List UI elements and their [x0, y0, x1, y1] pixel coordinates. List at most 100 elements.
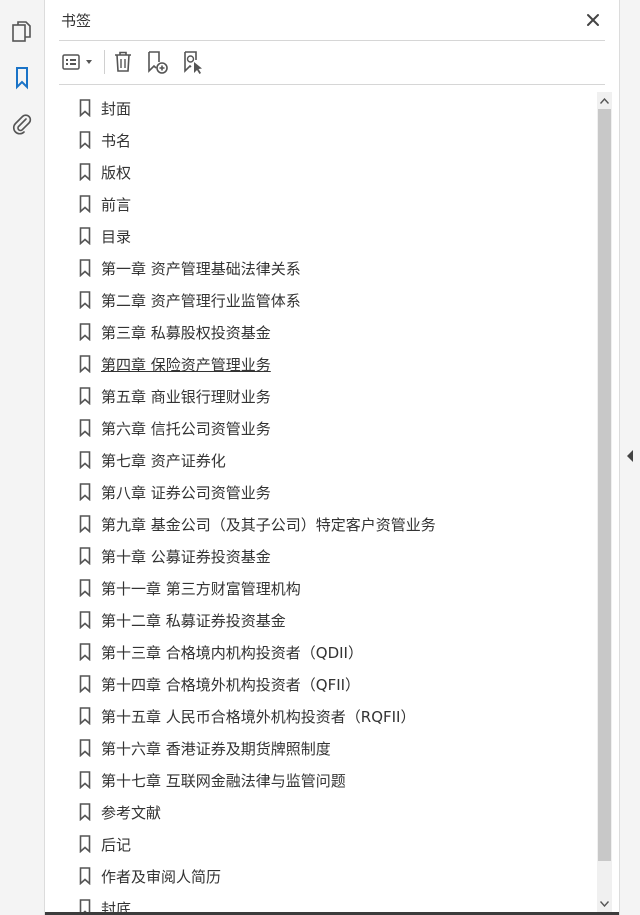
close-icon: [587, 14, 599, 26]
bookmark-label: 后记: [101, 836, 132, 854]
attachment-icon: [13, 114, 32, 135]
bookmark-item[interactable]: 第五章 商业银行理财业务: [59, 380, 596, 412]
bookmark-label: 第十章 公募证券投资基金: [101, 548, 271, 566]
bookmark-item[interactable]: 封面: [59, 92, 596, 124]
bookmark-item[interactable]: 书名: [59, 124, 596, 156]
bookmark-item[interactable]: 第十六章 香港证券及期货牌照制度: [59, 732, 596, 764]
scroll-down-button[interactable]: [597, 895, 612, 912]
bookmark-item[interactable]: 封底: [59, 892, 596, 912]
bookmark-label: 第六章 信托公司资管业务: [101, 420, 271, 438]
bookmark-item[interactable]: 版权: [59, 156, 596, 188]
bookmark-icon: [79, 579, 91, 597]
bookmark-icon: [79, 675, 91, 693]
bookmark-label: 第十四章 合格境外机构投资者（QFII）: [101, 676, 361, 694]
new-bookmark-icon: [148, 51, 168, 74]
bookmark-label: 作者及审阅人简历: [101, 868, 222, 886]
bookmark-label: 封面: [101, 100, 132, 118]
bookmark-icon: [79, 387, 91, 405]
bookmark-icon: [79, 131, 91, 149]
options-menu-icon: [62, 54, 92, 70]
pages-icon: [12, 21, 31, 42]
bookmark-icon: [79, 227, 91, 245]
bookmark-label: 第一章 资产管理基础法律关系: [101, 260, 301, 278]
bookmark-icon: [79, 483, 91, 501]
bookmark-panel-icon: [16, 67, 28, 90]
bookmark-label: 第二章 资产管理行业监管体系: [101, 292, 301, 310]
collapse-strip: [619, 0, 640, 915]
bookmark-item[interactable]: 第十一章 第三方财富管理机构: [59, 572, 596, 604]
bookmark-item[interactable]: 第二章 资产管理行业监管体系: [59, 284, 596, 316]
bookmark-icon: [79, 355, 91, 373]
bookmarks-button[interactable]: [8, 64, 36, 92]
bookmark-item[interactable]: 第十二章 私募证券投资基金: [59, 604, 596, 636]
bookmark-icon: [79, 259, 91, 277]
new-bookmark-button[interactable]: [143, 48, 171, 76]
bookmark-label: 参考文献: [101, 804, 162, 822]
bookmark-item[interactable]: 第十章 公募证券投资基金: [59, 540, 596, 572]
close-panel-button[interactable]: [581, 8, 605, 32]
arrow-up-icon: [600, 97, 609, 104]
bookmark-item[interactable]: 第三章 私募股权投资基金: [59, 316, 596, 348]
bookmark-label: 第十三章 合格境内机构投资者（QDII）: [101, 644, 363, 662]
bookmark-item[interactable]: 第六章 信托公司资管业务: [59, 412, 596, 444]
vertical-scrollbar[interactable]: [597, 92, 612, 912]
bookmark-item[interactable]: 目录: [59, 220, 596, 252]
bookmark-icon: [79, 611, 91, 629]
bookmark-label: 第十七章 互联网金融法律与监管问题: [101, 772, 346, 790]
bookmark-icon: [79, 899, 91, 912]
bookmark-icon: [79, 195, 91, 213]
options-menu-button[interactable]: [59, 48, 97, 76]
bookmark-label: 第三章 私募股权投资基金: [101, 324, 271, 342]
bookmark-icon: [79, 643, 91, 661]
toolbar-divider: [59, 84, 605, 85]
bookmark-label: 第五章 商业银行理财业务: [101, 388, 271, 406]
bookmark-icon: [79, 867, 91, 885]
bookmark-item[interactable]: 第十七章 互联网金融法律与监管问题: [59, 764, 596, 796]
bookmark-icon: [79, 163, 91, 181]
toolbar-separator: [104, 50, 105, 74]
bookmark-label: 版权: [101, 164, 132, 182]
bookmark-item[interactable]: 后记: [59, 828, 596, 860]
bookmark-item[interactable]: 第十四章 合格境外机构投资者（QFII）: [59, 668, 596, 700]
bookmark-icon: [79, 515, 91, 533]
bookmark-label: 前言: [101, 196, 132, 214]
bookmark-label: 第十二章 私募证券投资基金: [101, 612, 286, 630]
bookmark-item[interactable]: 第九章 基金公司（及其子公司）特定客户资管业务: [59, 508, 596, 540]
bookmark-item[interactable]: 前言: [59, 188, 596, 220]
bookmark-label: 第九章 基金公司（及其子公司）特定客户资管业务: [101, 516, 436, 534]
delete-bookmark-button[interactable]: [111, 48, 135, 76]
pages-button[interactable]: [8, 18, 36, 46]
bookmark-item[interactable]: 第七章 资产证券化: [59, 444, 596, 476]
bookmark-item[interactable]: 第四章 保险资产管理业务: [59, 348, 596, 380]
bookmark-icon: [79, 803, 91, 821]
bookmark-item[interactable]: 第十三章 合格境内机构投资者（QDII）: [59, 636, 596, 668]
bookmark-label: 第十一章 第三方财富管理机构: [101, 580, 301, 598]
bookmark-label: 第七章 资产证券化: [101, 452, 226, 470]
bookmark-item[interactable]: 第八章 证券公司资管业务: [59, 476, 596, 508]
bookmark-item[interactable]: 第一章 资产管理基础法律关系: [59, 252, 596, 284]
bookmark-item[interactable]: 参考文献: [59, 796, 596, 828]
bookmark-icon: [79, 99, 91, 117]
bookmark-icon: [79, 451, 91, 469]
bookmark-from-selection-button[interactable]: [179, 48, 207, 76]
bookmark-label: 第四章 保险资产管理业务: [101, 356, 271, 374]
bookmark-from-selection-icon: [184, 51, 202, 74]
bookmark-icon: [79, 291, 91, 309]
bookmark-icon: [79, 739, 91, 757]
scroll-thumb[interactable]: [598, 109, 611, 861]
bookmark-label: 第十六章 香港证券及期货牌照制度: [101, 740, 331, 758]
attachments-button[interactable]: [8, 110, 36, 138]
bookmark-label: 封底: [101, 900, 132, 912]
panel-header: 书签: [59, 8, 607, 40]
bookmark-icon: [79, 835, 91, 853]
bookmark-icon: [79, 547, 91, 565]
collapse-panel-button[interactable]: [624, 448, 636, 464]
bookmark-label: 第十五章 人民币合格境外机构投资者（RQFII）: [101, 708, 416, 726]
scroll-up-button[interactable]: [597, 92, 612, 109]
bookmark-item[interactable]: 作者及审阅人简历: [59, 860, 596, 892]
navigation-rail: [0, 0, 45, 915]
bookmark-icon: [79, 419, 91, 437]
bookmark-icon: [79, 323, 91, 341]
bookmark-icon: [79, 707, 91, 725]
bookmark-item[interactable]: 第十五章 人民币合格境外机构投资者（RQFII）: [59, 700, 596, 732]
